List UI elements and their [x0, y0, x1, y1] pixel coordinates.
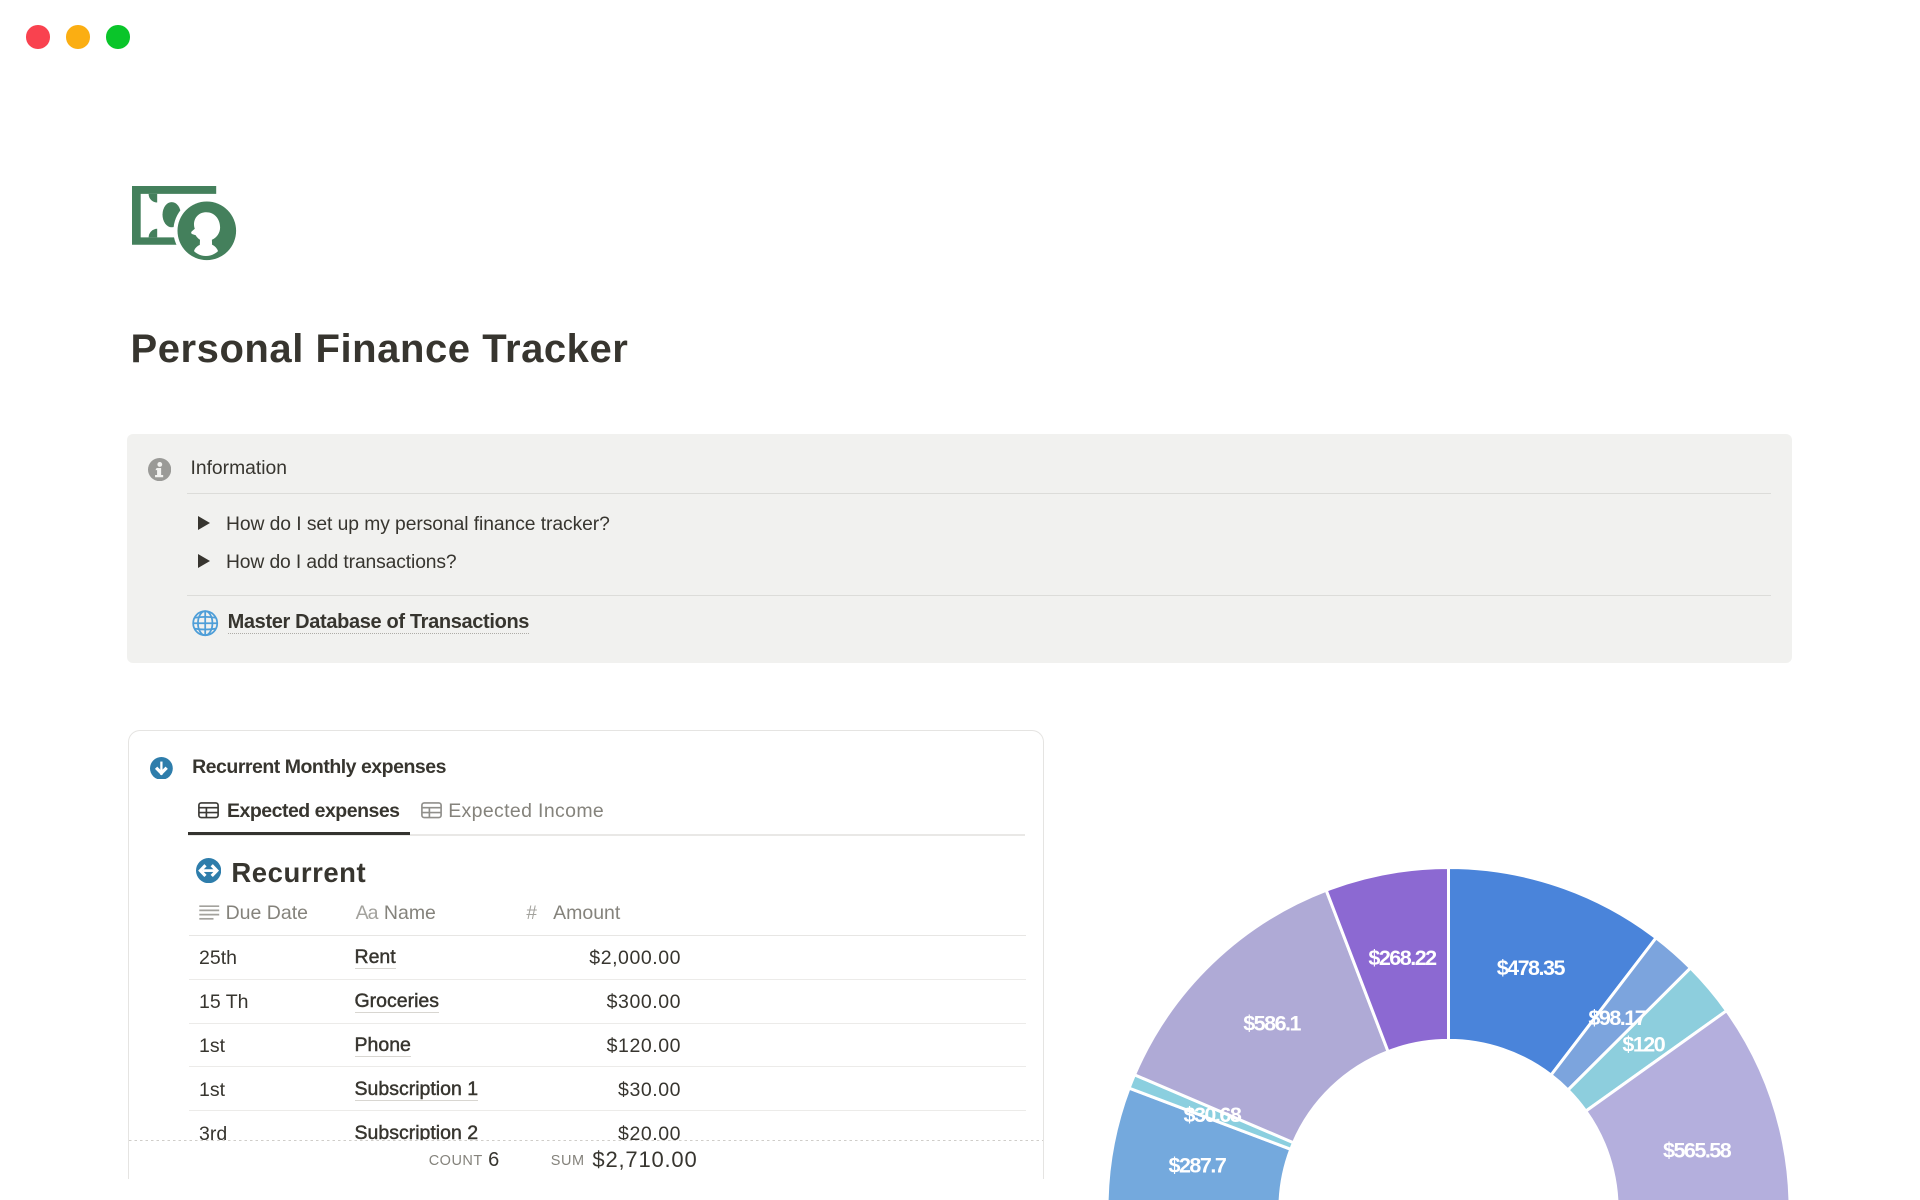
- svg-text:$565.58: $565.58: [1663, 1139, 1732, 1163]
- svg-text:$120: $120: [1622, 1032, 1665, 1056]
- svg-text:$287.7: $287.7: [1169, 1154, 1227, 1178]
- svg-text:$586.1: $586.1: [1243, 1011, 1301, 1035]
- svg-text:$30.68: $30.68: [1184, 1103, 1242, 1127]
- svg-text:$268.22: $268.22: [1368, 946, 1437, 970]
- svg-text:$98.17: $98.17: [1588, 1006, 1646, 1030]
- svg-text:$478.35: $478.35: [1497, 956, 1566, 980]
